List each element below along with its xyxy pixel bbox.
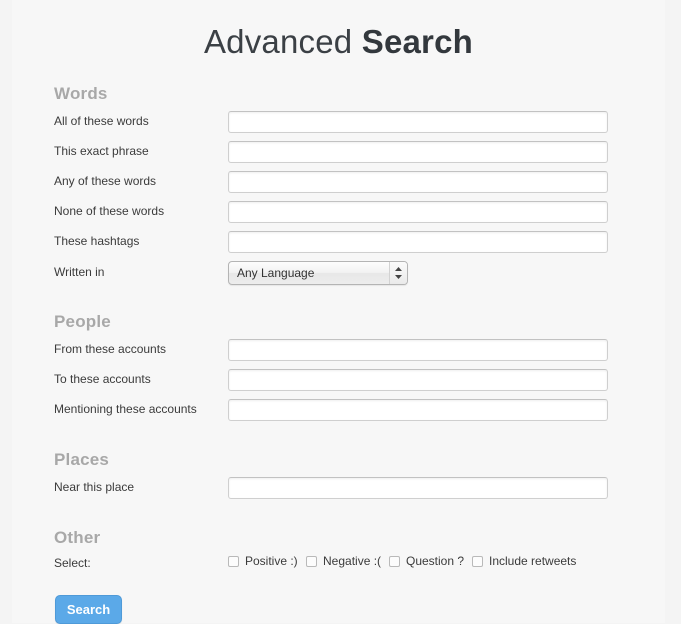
input-near-this-place[interactable]	[228, 477, 608, 499]
field-row-all-of-these-words: All of these words	[12, 111, 665, 135]
section-heading-places: Places	[54, 450, 110, 469]
label-to-these-accounts: To these accounts	[54, 372, 151, 386]
field-row-to-these-accounts: To these accounts	[12, 369, 665, 393]
label-from-these-accounts: From these accounts	[54, 342, 167, 356]
label-select: Select:	[54, 556, 91, 570]
select-written-in[interactable]: Any Language	[228, 261, 408, 285]
content-panel: Advanced Search Words All of these words…	[12, 0, 665, 623]
label-mentioning-these-accounts: Mentioning these accounts	[54, 402, 197, 416]
field-row-mentioning-these-accounts: Mentioning these accounts	[12, 399, 665, 423]
section-heading-other: Other	[54, 528, 101, 547]
checkbox-label-negative: Negative :(	[323, 554, 382, 568]
input-to-these-accounts[interactable]	[228, 369, 608, 391]
label-written-in: Written in	[54, 265, 105, 279]
page-title-bold: Search	[361, 23, 474, 60]
input-any-of-these-words[interactable]	[228, 171, 608, 193]
section-heading-words: Words	[54, 84, 108, 103]
label-these-hashtags: These hashtags	[54, 234, 140, 248]
updown-stepper-icon[interactable]	[389, 262, 407, 284]
checkbox-include-retweets[interactable]	[472, 556, 483, 567]
label-none-of-these-words: None of these words	[54, 204, 165, 218]
other-options-row: Select: Positive :) Negative :( Question…	[12, 554, 665, 574]
field-row-any-of-these-words: Any of these words	[12, 171, 665, 195]
field-row-from-these-accounts: From these accounts	[12, 339, 665, 363]
checkbox-label-positive: Positive :)	[245, 554, 298, 568]
field-row-near-this-place: Near this place	[12, 477, 665, 501]
field-row-this-exact-phrase: This exact phrase	[12, 141, 665, 165]
advanced-search-page: Advanced Search Words All of these words…	[0, 0, 681, 624]
label-near-this-place: Near this place	[54, 480, 135, 494]
search-button[interactable]: Search	[55, 595, 122, 624]
input-these-hashtags[interactable]	[228, 231, 608, 253]
checkbox-negative[interactable]	[306, 556, 317, 567]
checkbox-label-question: Question ?	[406, 554, 465, 568]
field-row-these-hashtags: These hashtags	[12, 231, 665, 255]
label-all-of-these-words: All of these words	[54, 114, 149, 128]
input-from-these-accounts[interactable]	[228, 339, 608, 361]
input-this-exact-phrase[interactable]	[228, 141, 608, 163]
input-none-of-these-words[interactable]	[228, 201, 608, 223]
input-all-of-these-words[interactable]	[228, 111, 608, 133]
page-title: Advanced Search	[12, 22, 665, 62]
checkbox-label-include-retweets: Include retweets	[489, 554, 577, 568]
input-mentioning-these-accounts[interactable]	[228, 399, 608, 421]
section-heading-people: People	[54, 312, 111, 331]
field-row-written-in: Written in Any Language	[12, 261, 665, 286]
page-title-light: Advanced	[203, 23, 353, 60]
label-this-exact-phrase: This exact phrase	[54, 144, 149, 158]
checkbox-question[interactable]	[389, 556, 400, 567]
checkbox-positive[interactable]	[228, 556, 239, 567]
label-any-of-these-words: Any of these words	[54, 174, 157, 188]
field-row-none-of-these-words: None of these words	[12, 201, 665, 225]
select-written-in-value: Any Language	[237, 266, 315, 280]
